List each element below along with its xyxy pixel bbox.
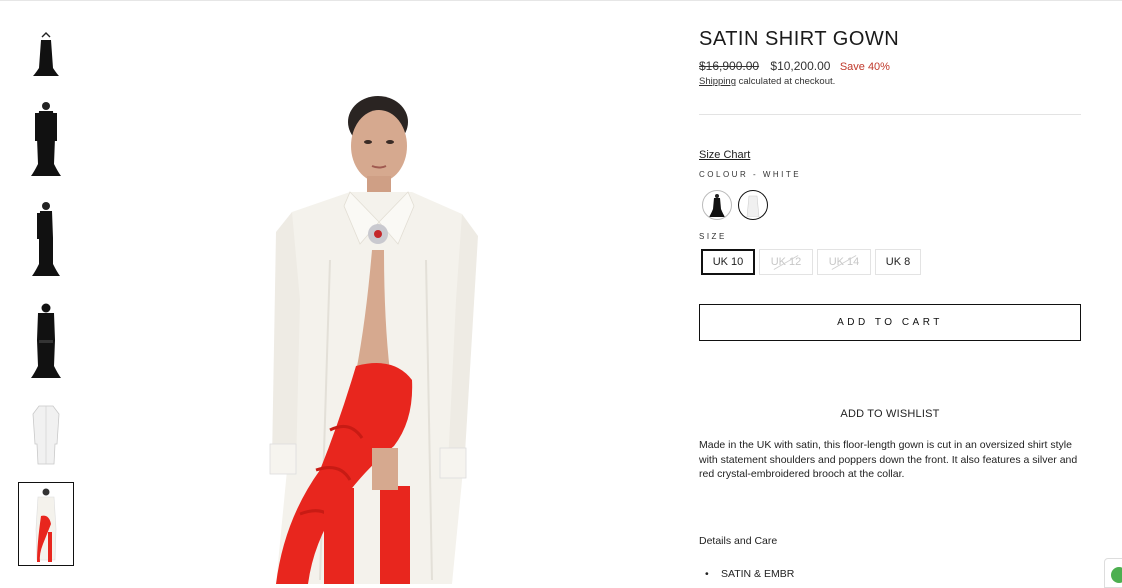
details-list: SATIN & EMBR — [705, 568, 794, 580]
product-title: SATIN SHIRT GOWN — [699, 28, 900, 50]
add-to-cart-button[interactable]: ADD TO CART — [699, 304, 1081, 341]
thumbnail-black-gown-front[interactable] — [18, 96, 74, 180]
shipping-note: Shipping calculated at checkout. — [699, 76, 835, 87]
thumbnail-black-gown-side[interactable] — [18, 196, 74, 280]
product-description: Made in the UK with satin, this floor-le… — [699, 439, 1078, 480]
size-option-uk12[interactable]: UK 12 — [759, 249, 813, 275]
main-product-image[interactable] — [180, 0, 650, 584]
size-chart-link[interactable]: Size Chart — [699, 149, 750, 161]
chat-icon[interactable] — [1111, 567, 1122, 583]
size-option-uk10[interactable]: UK 10 — [701, 249, 755, 275]
price-row: $16,900.00 $10,200.00 Save 40% — [699, 59, 890, 73]
original-price: $16,900.00 — [699, 59, 760, 73]
details-and-care-heading[interactable]: Details and Care — [699, 535, 777, 547]
thumbnail-black-gown-back[interactable] — [18, 298, 74, 382]
thumbnail-white-gown-red-ruffle[interactable] — [18, 482, 74, 566]
size-label: SIZE — [699, 232, 727, 241]
details-item: SATIN & EMBR — [705, 568, 794, 580]
divider — [699, 114, 1081, 115]
chevron-up-icon[interactable] — [40, 28, 52, 40]
thumbnail-white-gown-flat[interactable] — [18, 392, 74, 476]
save-badge: Save 40% — [839, 61, 890, 73]
colour-swatch-white[interactable] — [738, 190, 768, 220]
shipping-link[interactable]: Shipping — [699, 76, 736, 87]
add-to-wishlist-link[interactable]: ADD TO WISHLIST — [699, 408, 1081, 420]
colour-label: COLOUR - WHITE — [699, 170, 802, 179]
thumbnail-black-gown-hem[interactable] — [18, 40, 74, 78]
shipping-text: calculated at checkout. — [735, 76, 836, 87]
sale-price: $10,200.00 — [770, 59, 831, 73]
colour-swatch-black[interactable] — [702, 190, 732, 220]
size-option-uk8[interactable]: UK 8 — [875, 249, 921, 275]
size-option-uk14[interactable]: UK 14 — [817, 249, 871, 275]
